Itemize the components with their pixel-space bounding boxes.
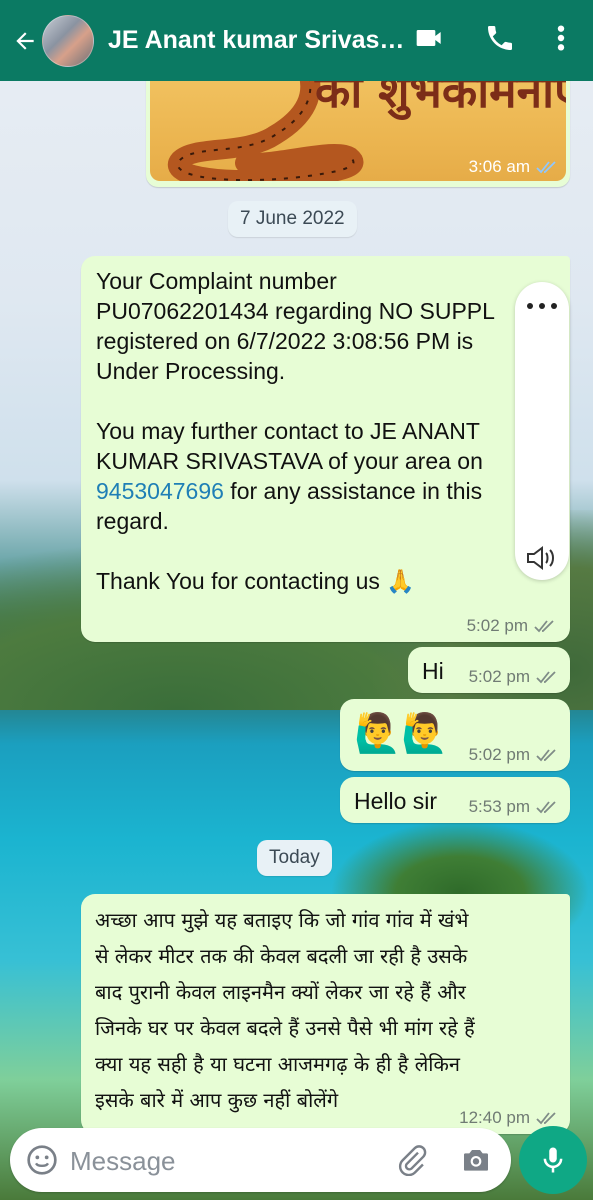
chat-header: JE Anant kumar Srivast... [0,0,593,81]
avatar[interactable] [42,14,94,67]
mic-button[interactable] [519,1126,587,1194]
double-check-icon [536,161,556,174]
message-composer: Message [10,1128,511,1192]
emoji-text: 🙋‍♂️🙋‍♂️ [354,711,449,755]
message-text: Hello sir [354,788,438,814]
speaker-icon[interactable] [525,544,557,577]
outgoing-message[interactable]: Hi 5:02 pm [408,647,570,693]
more-horiz-icon[interactable] [525,298,559,316]
date-separator: 7 June 2022 [228,201,357,237]
phone-icon[interactable] [484,22,516,59]
message-body: Your Complaint number PU07062201434 rega… [96,268,495,474]
phone-link[interactable]: 9453047696 [96,478,224,504]
message-time: 3:06 am [469,157,558,177]
message-text: Your Complaint number PU07062201434 rega… [96,266,526,596]
outgoing-message[interactable]: 🙋‍♂️🙋‍♂️ 5:02 pm [340,699,570,771]
camera-icon[interactable] [460,1144,492,1181]
attach-icon[interactable] [396,1144,428,1181]
double-check-icon [536,801,556,814]
double-check-icon [536,671,556,684]
message-input[interactable]: Message [70,1146,176,1177]
message-time: 5:02 pm [469,667,558,687]
message-text: Hi [422,658,444,684]
contact-name[interactable]: JE Anant kumar Srivast... [108,26,408,55]
complaint-message[interactable]: Your Complaint number PU07062201434 rega… [81,256,570,642]
video-call-icon[interactable] [414,22,446,59]
back-arrow-icon[interactable] [10,28,40,54]
message-time: 5:02 pm [469,745,558,765]
date-separator: Today [257,840,332,876]
double-check-icon [534,620,554,633]
floating-controls [515,282,569,580]
double-check-icon [536,749,556,762]
outgoing-message[interactable]: अच्छा आप मुझे यह बताइए कि जो गांव गांव म… [81,894,570,1134]
emoji-icon[interactable] [26,1144,58,1181]
double-check-icon [536,1112,556,1125]
message-time: 5:02 pm [467,616,556,636]
message-text: अच्छा आप मुझे यह बताइए कि जो गांव गांव म… [95,908,475,1112]
image-message[interactable]: का शुभकामनाएं 3:06 am [146,65,570,187]
message-time: 12:40 pm [459,1108,558,1128]
message-time: 5:53 pm [469,797,558,817]
more-vert-icon[interactable] [548,22,574,59]
mic-icon [543,1147,563,1173]
outgoing-message[interactable]: Hello sir 5:53 pm [340,777,570,823]
